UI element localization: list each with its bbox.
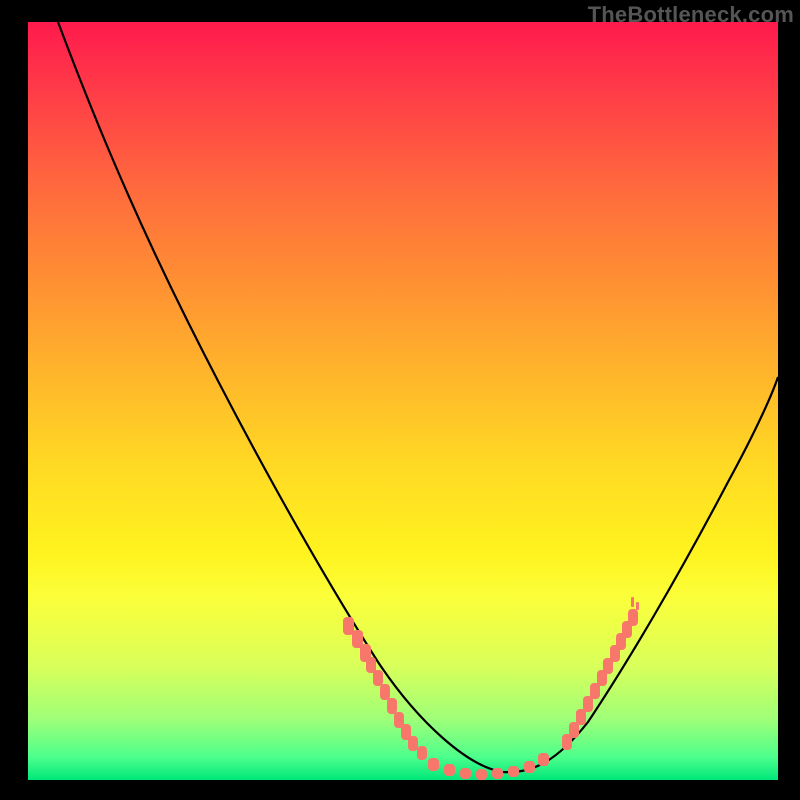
watermark-text: TheBottleneck.com — [588, 2, 794, 28]
chart-svg — [28, 22, 778, 780]
chart-plot-area — [28, 22, 778, 780]
highlight-markers-left — [343, 617, 427, 760]
main-curve — [58, 22, 778, 772]
highlight-markers-right — [562, 597, 639, 750]
highlight-markers-bottom — [428, 753, 549, 780]
chart-frame: TheBottleneck.com — [0, 0, 800, 800]
